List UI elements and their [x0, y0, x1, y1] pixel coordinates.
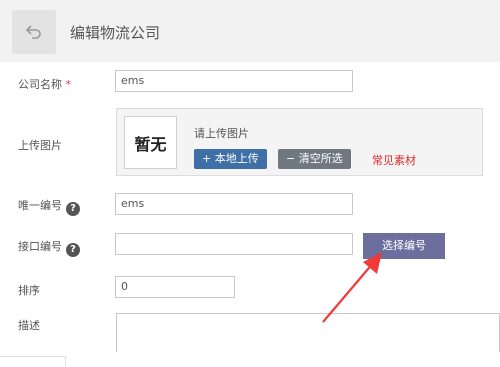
- sort-label: 排序: [18, 284, 40, 297]
- company-name-label: 公司名称 *: [18, 78, 72, 91]
- page-title: 编辑物流公司: [70, 24, 161, 42]
- bottom-tab: [0, 356, 66, 367]
- clear-selection-button[interactable]: − 清空所选: [278, 149, 351, 169]
- api-code-label: 接口编号?: [18, 238, 80, 257]
- required-mark: *: [65, 78, 72, 91]
- help-icon[interactable]: ?: [66, 242, 80, 257]
- help-icon[interactable]: ?: [66, 201, 80, 216]
- unique-code-label: 唯一编号?: [18, 197, 80, 216]
- description-label: 描述: [18, 319, 40, 332]
- bottom-bar: [0, 352, 500, 367]
- page-header: 编辑物流公司: [0, 0, 500, 62]
- local-upload-button[interactable]: + 本地上传: [194, 149, 267, 169]
- description-textarea[interactable]: [116, 313, 500, 353]
- undo-arrow-icon: [25, 22, 43, 43]
- upload-image-label: 上传图片: [18, 139, 62, 152]
- common-assets-link[interactable]: 常见素材: [372, 152, 416, 168]
- sort-input[interactable]: 0: [115, 276, 235, 298]
- company-name-input[interactable]: ems: [115, 70, 353, 92]
- upload-hint: 请上传图片: [194, 127, 249, 140]
- image-upload-panel: 暂无 请上传图片 + 本地上传 − 清空所选 常见素材: [116, 108, 483, 176]
- image-placeholder: 暂无: [124, 116, 177, 169]
- select-code-button[interactable]: 选择编号: [363, 233, 445, 259]
- api-code-input[interactable]: [115, 233, 353, 255]
- back-button[interactable]: [12, 10, 56, 54]
- unique-code-input[interactable]: ems: [115, 193, 353, 215]
